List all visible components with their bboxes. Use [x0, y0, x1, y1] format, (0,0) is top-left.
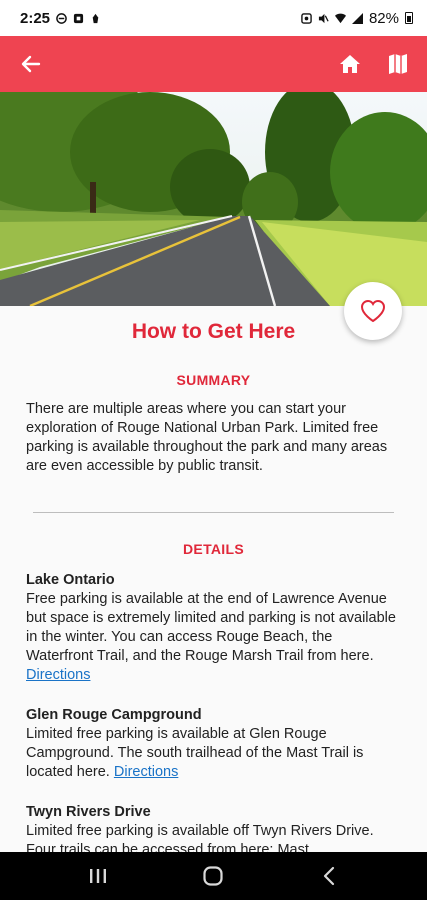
app-bar-actions — [337, 51, 411, 77]
directions-link[interactable]: Directions — [114, 764, 178, 780]
status-left: 2:25 — [20, 10, 101, 27]
app-notification-icon — [92, 13, 99, 23]
signal-icon — [351, 12, 363, 24]
detail-description: Free parking is available at the end of … — [26, 590, 401, 685]
system-nav-bar — [0, 852, 427, 900]
directions-link[interactable]: Directions — [26, 667, 90, 683]
details-list: Lake Ontario Free parking is available a… — [0, 571, 427, 852]
map-icon — [389, 54, 407, 74]
battery-percent: 82% — [368, 9, 399, 27]
detail-item-twyn-rivers-drive: Twyn Rivers Drive Limited free parking i… — [0, 803, 427, 852]
detail-text: Limited free parking is available at Gle… — [26, 726, 364, 780]
map-button[interactable] — [385, 51, 411, 77]
details-heading: DETAILS — [183, 541, 244, 557]
system-back-button[interactable] — [309, 856, 349, 896]
wifi-icon — [334, 13, 346, 23]
mute-icon — [318, 13, 329, 23]
summary-text: There are multiple areas where you can s… — [26, 401, 388, 474]
detail-title: Glen Rouge Campground — [26, 707, 202, 723]
recents-button[interactable] — [78, 856, 118, 896]
content-area[interactable]: How to Get Here SUMMARY There are multip… — [0, 306, 427, 852]
detail-item-lake-ontario: Lake Ontario Free parking is available a… — [0, 571, 427, 685]
summary-heading: SUMMARY — [176, 372, 251, 388]
hero-image — [0, 92, 427, 306]
detail-description: Limited free parking is available off Tw… — [26, 822, 401, 852]
home-icon — [340, 55, 360, 73]
home-button[interactable] — [337, 51, 363, 77]
battery-icon — [405, 12, 413, 24]
detail-title: Lake Ontario — [26, 572, 115, 588]
detail-text: Free parking is available at the end of … — [26, 591, 396, 664]
sync-icon — [56, 12, 67, 24]
detail-description: Limited free parking is available at Gle… — [26, 725, 401, 782]
status-right: 82% — [301, 10, 413, 27]
arrow-left-icon — [21, 55, 41, 73]
recents-icon — [89, 869, 106, 883]
status-time: 2:25 — [20, 9, 51, 27]
detail-title: Twyn Rivers Drive — [26, 804, 151, 820]
notification-icon — [73, 13, 84, 23]
alarm-icon — [301, 12, 312, 24]
divider — [33, 512, 394, 513]
page-title: How to Get Here — [131, 320, 296, 343]
home-circle-icon — [203, 866, 224, 886]
app-bar — [0, 36, 427, 92]
back-chevron-icon — [324, 866, 335, 886]
back-button[interactable] — [18, 51, 44, 77]
system-home-button[interactable] — [193, 856, 233, 896]
detail-item-glen-rouge-campground: Glen Rouge Campground Limited free parki… — [0, 706, 427, 782]
road-landscape-image — [0, 92, 427, 306]
status-bar: 2:25 82% — [0, 0, 427, 36]
detail-text: Limited free parking is available off Tw… — [26, 823, 374, 852]
